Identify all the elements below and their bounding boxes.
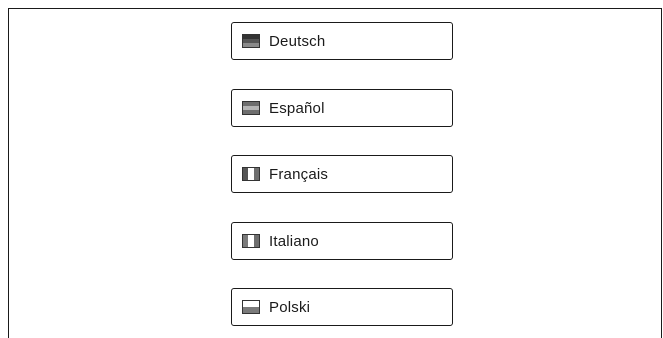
language-button-polski[interactable]: Polski — [231, 288, 453, 326]
flag-stripe — [243, 43, 259, 47]
language-label: Italiano — [269, 232, 319, 250]
language-label: Deutsch — [269, 32, 326, 50]
language-button-francais[interactable]: Français — [231, 155, 453, 193]
flag-france-icon — [242, 167, 260, 181]
language-button-espanol[interactable]: Español — [231, 89, 453, 127]
flag-stripe — [253, 235, 259, 247]
flag-poland-icon — [242, 300, 260, 314]
language-panel: Deutsch Español Français Italiano Polski — [8, 8, 662, 338]
language-label: Français — [269, 165, 329, 183]
flag-stripe — [243, 110, 259, 114]
flag-stripe — [243, 307, 259, 313]
language-button-italiano[interactable]: Italiano — [231, 222, 453, 260]
flag-spain-icon — [242, 101, 260, 115]
language-button-deutsch[interactable]: Deutsch — [231, 22, 453, 60]
flag-stripe — [253, 168, 259, 180]
flag-italy-icon — [242, 234, 260, 248]
language-label: Español — [269, 99, 325, 117]
flag-germany-icon — [242, 34, 260, 48]
language-label: Polski — [269, 298, 311, 316]
